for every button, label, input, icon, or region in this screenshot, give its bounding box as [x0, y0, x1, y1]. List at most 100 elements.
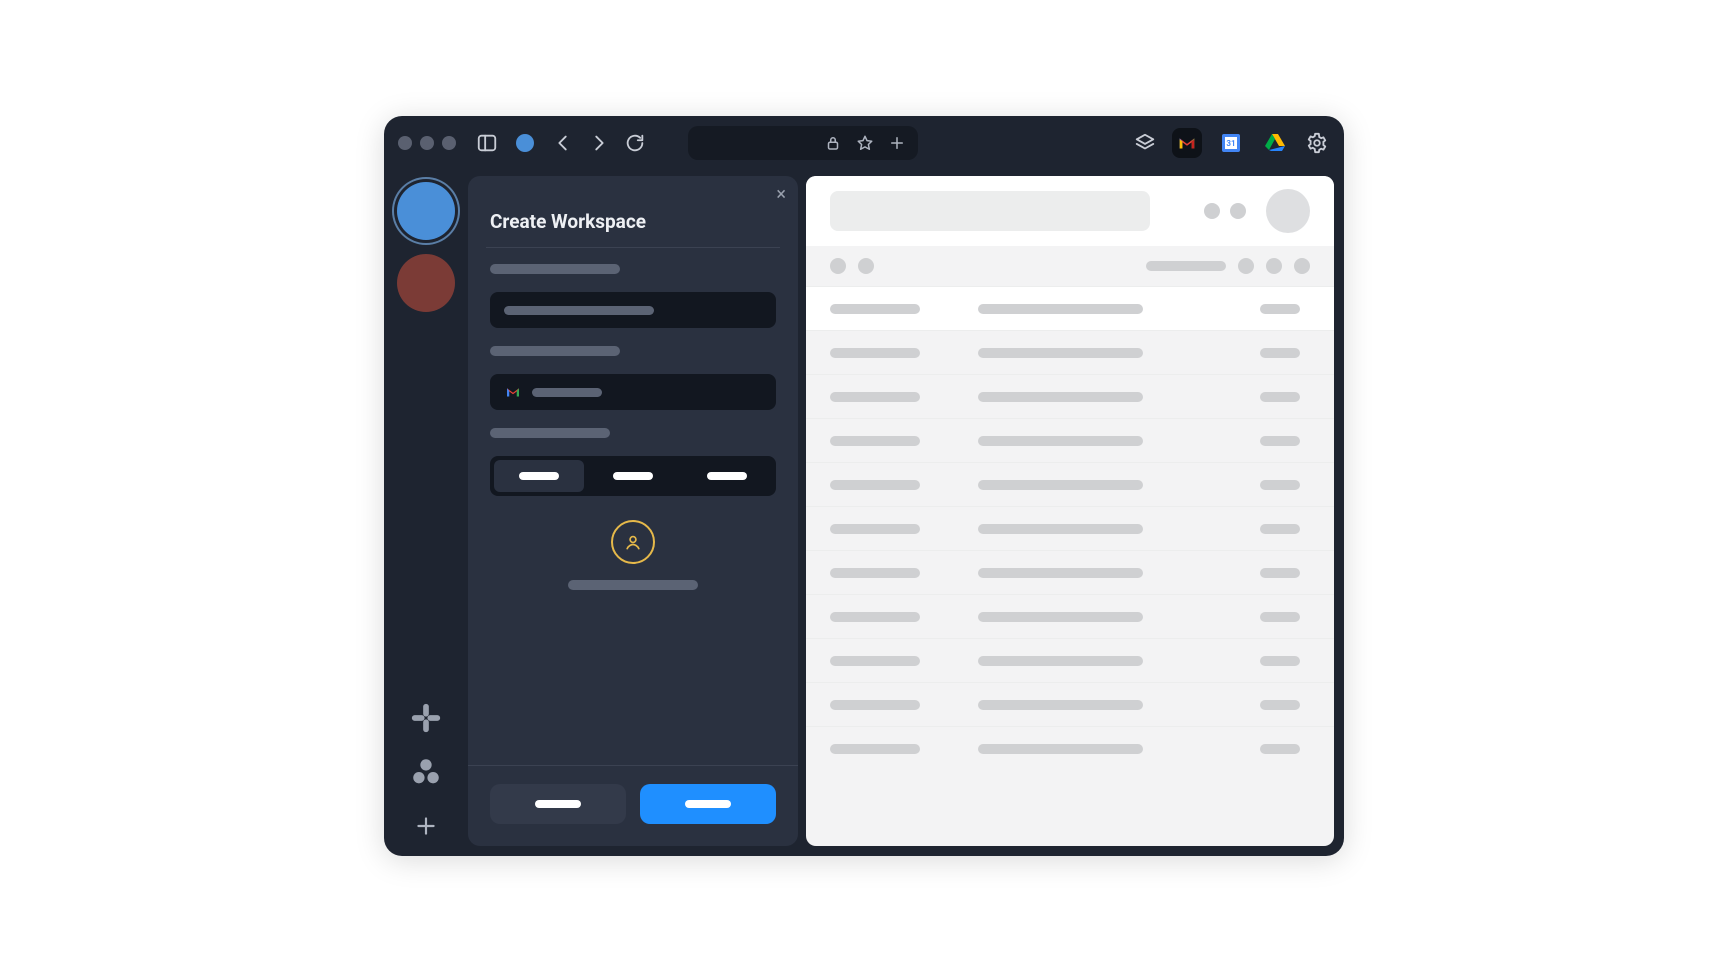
- workspace-brown[interactable]: [397, 254, 455, 312]
- time: [1260, 480, 1300, 490]
- mail-row[interactable]: [806, 330, 1334, 374]
- drive-icon: [1263, 131, 1287, 155]
- create-workspace-dialog: × Create Workspace: [468, 176, 798, 846]
- sidebar-toggle[interactable]: [474, 130, 500, 156]
- svg-text:31: 31: [1226, 139, 1235, 148]
- mail-row[interactable]: [806, 374, 1334, 418]
- traffic-zoom[interactable]: [442, 136, 456, 150]
- lock-icon: [824, 134, 842, 152]
- start-page-input[interactable]: [490, 374, 776, 410]
- search-input[interactable]: [830, 191, 1150, 231]
- mail-row[interactable]: [806, 638, 1334, 682]
- workspace-indicator[interactable]: [516, 134, 534, 152]
- nav-back[interactable]: [550, 130, 576, 156]
- rail-app-group[interactable]: [406, 752, 446, 792]
- sender: [830, 612, 920, 622]
- sender: [830, 568, 920, 578]
- subject: [978, 612, 1143, 622]
- slack-icon: [409, 701, 443, 735]
- toolbar-action[interactable]: [1238, 258, 1254, 274]
- page-content: [806, 176, 1334, 846]
- mail-row[interactable]: [806, 462, 1334, 506]
- header-action[interactable]: [1230, 203, 1246, 219]
- window-body: × Create Workspace: [384, 170, 1344, 856]
- sender: [830, 700, 920, 710]
- time: [1260, 304, 1300, 314]
- profile-label: [568, 580, 698, 590]
- traffic-close[interactable]: [398, 136, 412, 150]
- theme-selector[interactable]: [490, 456, 776, 496]
- mail-row[interactable]: [806, 682, 1334, 726]
- toolbar-action[interactable]: [1294, 258, 1310, 274]
- time: [1260, 348, 1300, 358]
- reload-icon: [624, 132, 646, 154]
- toolbar-right: 31: [1132, 128, 1330, 158]
- workspace-blue[interactable]: [397, 182, 455, 240]
- toolbar-action[interactable]: [830, 258, 846, 274]
- workspace-rail: [384, 170, 468, 856]
- traffic-minimize[interactable]: [420, 136, 434, 150]
- create-button[interactable]: [640, 784, 776, 824]
- mail-row[interactable]: [806, 286, 1334, 330]
- plus-icon: [413, 813, 439, 839]
- toolbar-action[interactable]: [1266, 258, 1282, 274]
- chevron-right-icon: [588, 132, 610, 154]
- rail-add-workspace[interactable]: [406, 806, 446, 846]
- dialog-footer: [468, 765, 798, 846]
- theme-option-3[interactable]: [682, 460, 772, 492]
- avatar[interactable]: [1266, 189, 1310, 233]
- sidebar-icon: [476, 132, 498, 154]
- time: [1260, 700, 1300, 710]
- theme-option-1[interactable]: [494, 460, 584, 492]
- settings-button[interactable]: [1304, 130, 1330, 156]
- user-icon: [623, 532, 643, 552]
- sender: [830, 744, 920, 754]
- theme-option-2[interactable]: [588, 460, 678, 492]
- mail-row[interactable]: [806, 418, 1334, 462]
- calendar-icon: 31: [1219, 131, 1243, 155]
- toolbar-info: [1146, 261, 1226, 271]
- time: [1260, 568, 1300, 578]
- mail-row[interactable]: [806, 506, 1334, 550]
- subject: [978, 480, 1143, 490]
- content-toolbar: [806, 246, 1334, 286]
- subject: [978, 744, 1143, 754]
- time: [1260, 436, 1300, 446]
- rail-app-slack[interactable]: [406, 698, 446, 738]
- profile-section: [490, 514, 776, 604]
- subject: [978, 568, 1143, 578]
- header-action[interactable]: [1204, 203, 1220, 219]
- nav-reload[interactable]: [622, 130, 648, 156]
- ext-drive[interactable]: [1260, 128, 1290, 158]
- browser-window: 31: [384, 116, 1344, 856]
- gmail-icon: [1176, 132, 1198, 154]
- profile-avatar[interactable]: [611, 520, 655, 564]
- mail-row[interactable]: [806, 550, 1334, 594]
- sender: [830, 480, 920, 490]
- mail-rows: [806, 286, 1334, 846]
- gear-icon: [1306, 132, 1328, 154]
- content-header: [806, 176, 1334, 246]
- mail-row[interactable]: [806, 594, 1334, 638]
- cancel-button[interactable]: [490, 784, 626, 824]
- layers-button[interactable]: [1132, 130, 1158, 156]
- time: [1260, 524, 1300, 534]
- input-placeholder: [532, 388, 602, 397]
- title-toolbar: 31: [384, 116, 1344, 170]
- toolbar-action[interactable]: [858, 258, 874, 274]
- sender: [830, 524, 920, 534]
- workspace-name-input[interactable]: [490, 292, 776, 328]
- ext-calendar[interactable]: 31: [1216, 128, 1246, 158]
- plus-icon[interactable]: [888, 134, 906, 152]
- subject: [978, 304, 1143, 314]
- mail-row[interactable]: [806, 726, 1334, 770]
- dialog-body: [468, 264, 798, 604]
- nav-forward[interactable]: [586, 130, 612, 156]
- ext-gmail[interactable]: [1172, 128, 1202, 158]
- dialog-close[interactable]: ×: [776, 186, 786, 204]
- dialog-title: Create Workspace: [468, 176, 798, 247]
- chevron-left-icon: [552, 132, 574, 154]
- star-icon[interactable]: [856, 134, 874, 152]
- address-bar[interactable]: [688, 126, 918, 160]
- window-traffic-lights[interactable]: [398, 136, 456, 150]
